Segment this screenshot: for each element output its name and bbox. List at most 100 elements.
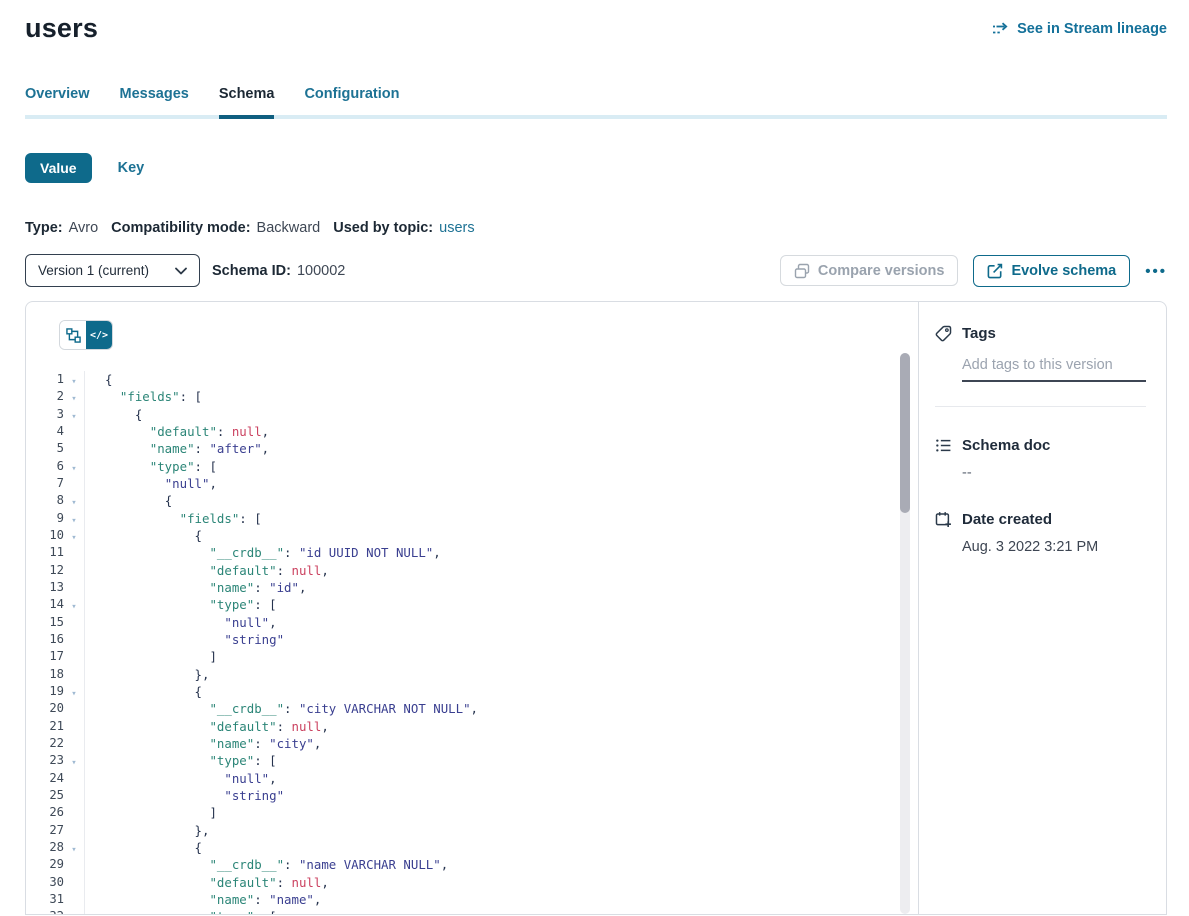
fold-toggle-icon[interactable]: ▾ — [71, 412, 76, 422]
stream-lineage-link[interactable]: See in Stream lineage — [992, 21, 1167, 37]
schema-actions: Compare versions Evolve schema ••• — [780, 255, 1167, 287]
gutter: ▾ — [64, 371, 85, 388]
code-text: "default": null, — [85, 718, 329, 735]
used-by-topic-link[interactable]: users — [439, 220, 474, 236]
schema-editor: </> 1▾{2▾ "fields": [3▾ {4 "default": nu… — [26, 302, 919, 914]
gutter: ▾ — [64, 839, 85, 856]
editor-scrollbar-track[interactable] — [900, 353, 910, 914]
tags-title: Tags — [962, 325, 996, 342]
compare-versions-label: Compare versions — [818, 263, 945, 279]
code-line: 4 "default": null, — [26, 423, 918, 440]
code-icon: </> — [90, 330, 108, 341]
schema-id-label: Schema ID: — [212, 263, 291, 279]
code-line: 20 "__crdb__": "city VARCHAR NOT NULL", — [26, 700, 918, 717]
tags-input[interactable] — [962, 357, 1146, 382]
tab-configuration[interactable]: Configuration — [304, 86, 399, 115]
line-number: 4 — [26, 423, 64, 440]
line-number: 8 — [26, 492, 64, 509]
tree-view-button[interactable] — [60, 321, 86, 349]
code-text: "name": "id", — [85, 579, 306, 596]
gutter — [64, 874, 85, 891]
code-line: 13 "name": "id", — [26, 579, 918, 596]
gutter — [64, 440, 85, 457]
line-number: 23 — [26, 752, 64, 769]
line-number: 32 — [26, 908, 64, 914]
code-text: { — [85, 839, 202, 856]
line-number: 20 — [26, 700, 64, 717]
gutter — [64, 544, 85, 561]
tab-overview[interactable]: Overview — [25, 86, 90, 115]
schema-doc-header: Schema doc — [935, 437, 1146, 454]
code-line: 2▾ "fields": [ — [26, 388, 918, 405]
tab-underline-track — [25, 115, 1167, 119]
code-text: "__crdb__": "name VARCHAR NULL", — [85, 856, 448, 873]
code-text: "fields": [ — [85, 510, 262, 527]
gutter — [64, 770, 85, 787]
code-line: 22 "name": "city", — [26, 735, 918, 752]
code-view-button[interactable]: </> — [86, 321, 112, 349]
code-line: 27 }, — [26, 822, 918, 839]
tab-schema[interactable]: Schema — [219, 86, 275, 115]
fold-toggle-icon[interactable]: ▾ — [71, 394, 76, 404]
edit-icon — [987, 263, 1003, 279]
code-line: 9▾ "fields": [ — [26, 510, 918, 527]
gutter: ▾ — [64, 510, 85, 527]
editor-scrollbar-thumb[interactable] — [900, 353, 910, 513]
value-toggle-button[interactable]: Value — [25, 153, 92, 183]
gutter — [64, 718, 85, 735]
tab-messages[interactable]: Messages — [120, 86, 189, 115]
gutter — [64, 666, 85, 683]
code-text: "__crdb__": "id UUID NOT NULL", — [85, 544, 441, 561]
code-text: { — [85, 371, 112, 388]
gutter — [64, 648, 85, 665]
code-line: 7 "null", — [26, 475, 918, 492]
compare-versions-button[interactable]: Compare versions — [780, 255, 959, 286]
more-options-button[interactable]: ••• — [1145, 261, 1167, 280]
code-line: 24 "null", — [26, 770, 918, 787]
gutter — [64, 700, 85, 717]
schema-doc-value: -- — [962, 465, 1146, 481]
fold-toggle-icon[interactable]: ▾ — [71, 516, 76, 526]
gutter: ▾ — [64, 406, 85, 423]
fold-toggle-icon[interactable]: ▾ — [71, 758, 76, 768]
date-created-section: Date created Aug. 3 2022 3:21 PM — [935, 511, 1146, 555]
fold-toggle-icon[interactable]: ▾ — [71, 689, 76, 699]
code-line: 28▾ { — [26, 839, 918, 856]
code-text: "type": [ — [85, 908, 277, 914]
code-line: 15 "null", — [26, 614, 918, 631]
gutter: ▾ — [64, 458, 85, 475]
version-select[interactable]: Version 1 (current) — [25, 254, 200, 287]
line-number: 17 — [26, 648, 64, 665]
chevron-down-icon — [175, 267, 187, 275]
line-number: 10 — [26, 527, 64, 544]
code-text: "name": "after", — [85, 440, 269, 457]
code-text: "default": null, — [85, 423, 269, 440]
fold-toggle-icon[interactable]: ▾ — [71, 464, 76, 474]
code-line: 8▾ { — [26, 492, 918, 509]
page-title: users — [25, 13, 98, 44]
code-text: "type": [ — [85, 752, 277, 769]
fold-toggle-icon[interactable]: ▾ — [71, 602, 76, 612]
used-by-topic-pair: Used by topic: users — [333, 220, 474, 236]
fold-toggle-icon[interactable]: ▾ — [71, 377, 76, 387]
line-number: 19 — [26, 683, 64, 700]
line-number: 6 — [26, 458, 64, 475]
code-text: "type": [ — [85, 458, 217, 475]
code-text: "default": null, — [85, 562, 329, 579]
code-line: 6 ▾ "type": [ — [26, 458, 918, 475]
evolve-schema-button[interactable]: Evolve schema — [973, 255, 1130, 287]
gutter — [64, 804, 85, 821]
key-toggle-button[interactable]: Key — [118, 160, 145, 176]
fold-toggle-icon[interactable]: ▾ — [71, 498, 76, 508]
code-text: "type": [ — [85, 596, 277, 613]
line-number: 26 — [26, 804, 64, 821]
code-text: "name": "name", — [85, 891, 321, 908]
schema-meta: Type: Avro Compatibility mode: Backward … — [25, 220, 1167, 236]
fold-toggle-icon[interactable]: ▾ — [71, 845, 76, 855]
fold-toggle-icon[interactable]: ▾ — [71, 533, 76, 543]
gutter — [64, 822, 85, 839]
stream-lineage-icon — [992, 22, 1010, 36]
code-text: "fields": [ — [85, 388, 202, 405]
evolve-schema-label: Evolve schema — [1011, 263, 1116, 279]
schema-sidebar: Tags Schema doc -- — [919, 302, 1166, 914]
